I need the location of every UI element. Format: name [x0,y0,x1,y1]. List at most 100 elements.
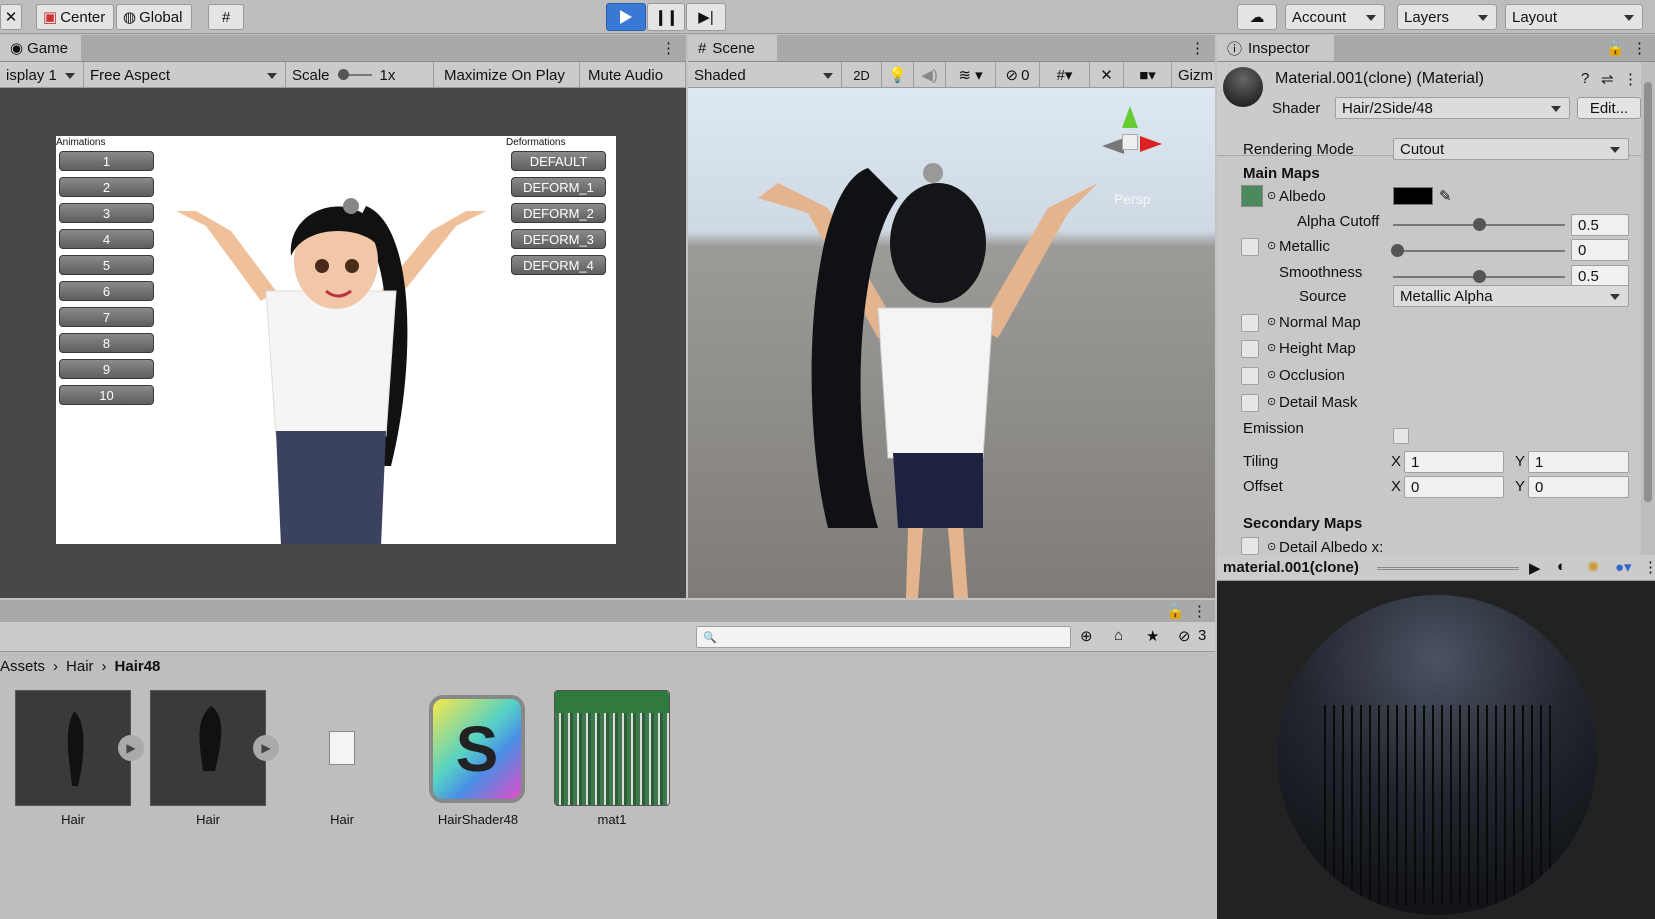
tab-scene[interactable]: # Scene [688,35,778,61]
deform-button-deform_2[interactable]: DEFORM_2 [511,203,606,223]
expand-arrow-icon[interactable]: ▶ [253,735,279,761]
offset-y-field[interactable]: 0 [1528,476,1629,498]
emission-checkbox[interactable] [1393,428,1409,444]
hidden-objects-toggle[interactable]: ⊘ 0 [996,62,1040,88]
grid-visibility-dropdown[interactable]: #▾ [1040,62,1090,88]
tools-toggle[interactable]: ✕ [1090,62,1124,88]
height-map-slot[interactable] [1241,340,1259,358]
audio-toggle[interactable]: ◀) [914,62,946,88]
asset-mat1[interactable]: mat1 [554,690,670,827]
tab-game[interactable]: ◉ Game [0,35,82,61]
albedo-texture-slot[interactable] [1241,185,1263,207]
alpha-cutoff-knob[interactable] [1473,218,1486,231]
mode-2d-toggle[interactable]: 2D [842,62,882,88]
game-panel-menu-icon[interactable]: ⋮ [661,39,676,57]
account-dropdown[interactable]: Account [1285,4,1385,30]
project-search-input[interactable]: 🔍 [696,626,1071,648]
alpha-cutoff-slider[interactable] [1393,218,1565,231]
help-icon[interactable]: ? [1581,70,1589,87]
inspector-menu-icon[interactable]: ⋮ [1632,39,1647,57]
preview-shape-dropdown-icon[interactable]: ●▾ [1615,558,1632,576]
offset-x-field[interactable]: 0 [1404,476,1504,498]
albedo-color-swatch[interactable] [1393,187,1433,205]
breadcrumb-assets[interactable]: Assets [0,658,45,675]
normal-map-slot[interactable] [1241,314,1259,332]
scene-orientation-gizmo[interactable] [1088,106,1168,186]
smoothness-slider[interactable] [1393,270,1565,283]
game-view[interactable]: Animations Deformations 1 2 3 4 5 6 7 8 9 10 DEFA… [56,136,616,544]
animation-button-1[interactable]: 1 [59,151,154,171]
persp-label[interactable]: Persp [1114,191,1151,207]
gizmos-dropdown[interactable]: Gizm [1172,62,1215,88]
preview-light-icon[interactable]: ✺ [1587,558,1600,576]
pause-button[interactable]: ❙❙ [647,3,685,31]
tiling-y-field[interactable]: 1 [1528,451,1629,473]
hidden-packages-icon[interactable]: ⊘ [1178,627,1191,645]
alpha-cutoff-field[interactable]: 0.5 [1571,214,1629,236]
material-menu-icon[interactable]: ⋮ [1623,70,1638,88]
asset-hairshader48[interactable]: S HairShader48 [420,690,536,827]
animation-button-4[interactable]: 4 [59,229,154,249]
deform-button-deform_4[interactable]: DEFORM_4 [511,255,606,275]
asset-hair-prefab-1[interactable]: ▶ Hair [15,690,144,827]
occlusion-slot[interactable] [1241,367,1259,385]
preview-play-icon[interactable]: ▶ [1529,559,1541,577]
edit-shader-button[interactable]: Edit... [1577,97,1641,119]
grid-snap-button[interactable]: # [208,4,244,30]
shader-dropdown[interactable]: Hair/2Side/48 [1335,97,1570,119]
lock-icon[interactable]: 🔒 [1606,39,1625,57]
metallic-field[interactable]: 0 [1571,239,1629,261]
metallic-texture-slot[interactable] [1241,238,1259,256]
preview-resize-handle[interactable] [1377,567,1519,570]
lighting-toggle[interactable]: 💡 [882,62,914,88]
maximize-on-play-toggle[interactable]: Maximize On Play [438,62,580,88]
search-by-label-icon[interactable]: ⌂ [1114,627,1123,644]
tiling-x-field[interactable]: 1 [1404,451,1504,473]
favorites-star-icon[interactable]: ★ [1146,627,1159,645]
smoothness-knob[interactable] [1473,270,1486,283]
preview-sphere-icon[interactable]: ◐ [1557,558,1566,575]
eyedropper-icon[interactable]: ✎ [1439,187,1452,205]
effects-dropdown[interactable]: ≋ ▾ [946,62,996,88]
metallic-knob[interactable] [1391,244,1404,257]
breadcrumb-hair[interactable]: Hair [66,658,94,675]
animation-button-3[interactable]: 3 [59,203,154,223]
scale-slider[interactable] [337,69,372,80]
cloud-button[interactable]: ☁ [1237,4,1277,30]
expand-arrow-icon[interactable]: ▶ [118,735,144,761]
breadcrumb-hair48[interactable]: Hair48 [115,658,161,675]
preview-sphere[interactable] [1277,595,1597,915]
tools-button[interactable]: ✕ [0,4,22,30]
detail-mask-slot[interactable] [1241,394,1259,412]
rendering-mode-dropdown[interactable]: Cutout [1393,138,1629,160]
aspect-dropdown[interactable]: Free Aspect [84,62,286,88]
asset-hair-prefab-2[interactable]: ▶ Hair [150,690,279,827]
scale-slider-knob[interactable] [337,69,349,80]
scene-panel-menu-icon[interactable]: ⋮ [1190,39,1205,57]
inspector-scrollbar-thumb[interactable] [1644,82,1652,502]
play-button[interactable] [606,3,646,31]
scene-view[interactable]: Persp [688,88,1215,598]
pivot-center-button[interactable]: ▣ Center [36,4,114,30]
source-dropdown[interactable]: Metallic Alpha [1393,285,1629,307]
shading-mode-dropdown[interactable]: Shaded [688,62,842,88]
inspector-scrollbar[interactable] [1641,62,1655,580]
asset-hair-file[interactable]: Hair [284,690,400,827]
animation-button-2[interactable]: 2 [59,177,154,197]
detail-albedo-slot[interactable] [1241,537,1259,555]
animation-button-6[interactable]: 6 [59,281,154,301]
mute-audio-toggle[interactable]: Mute Audio [582,62,686,88]
animation-button-5[interactable]: 5 [59,255,154,275]
step-button[interactable]: ▶| [686,3,726,31]
presets-icon[interactable]: ⇌ [1601,70,1614,88]
camera-dropdown[interactable]: ■▾ [1124,62,1172,88]
animation-button-8[interactable]: 8 [59,333,154,353]
layers-dropdown[interactable]: Layers [1397,4,1497,30]
search-by-type-icon[interactable]: ⊕ [1080,627,1093,645]
scale-control[interactable]: Scale 1x [286,62,434,88]
deform-button-default[interactable]: DEFAULT [511,151,606,171]
pivot-global-button[interactable]: ◍ Global [116,4,192,30]
project-lock-icon[interactable]: 🔒 [1166,602,1185,620]
animation-button-9[interactable]: 9 [59,359,154,379]
animation-button-10[interactable]: 10 [59,385,154,405]
